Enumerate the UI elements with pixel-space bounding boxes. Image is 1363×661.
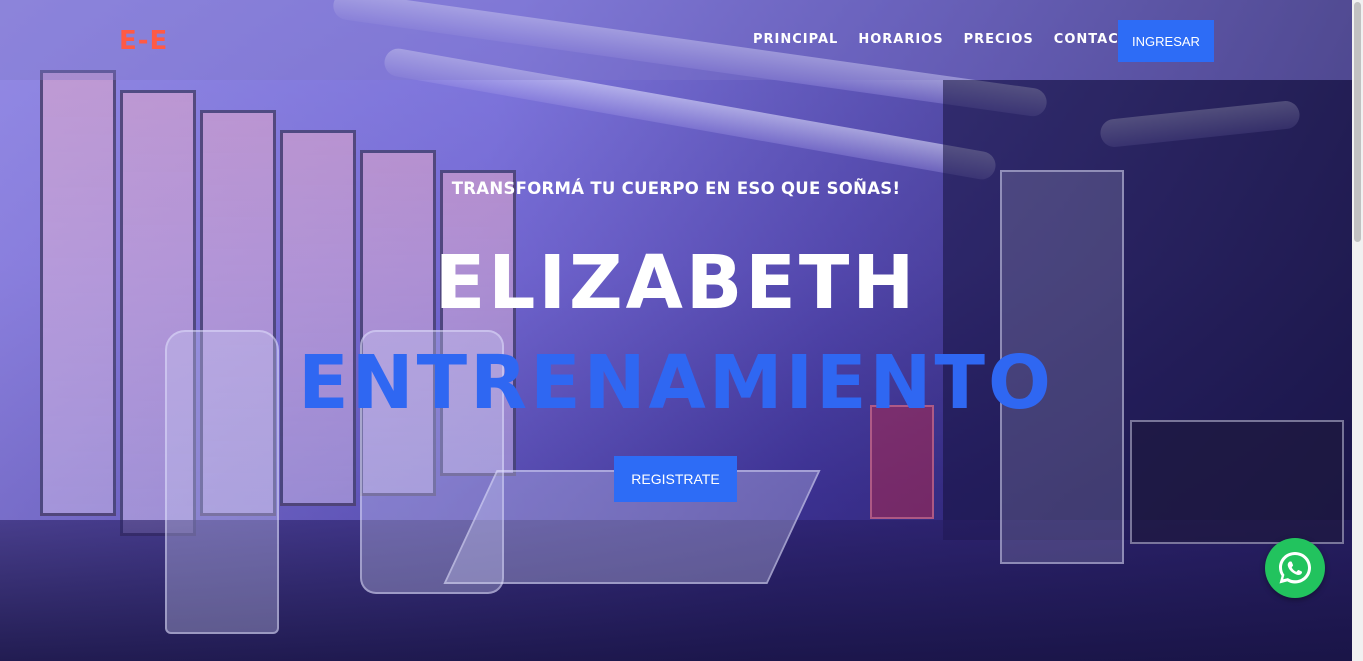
nav-link-precios[interactable]: PRECIOS [964, 31, 1034, 49]
page-scrollbar[interactable] [1352, 0, 1363, 661]
navbar: E-E PRINCIPAL HORARIOS PRECIOS CONTACTO … [0, 0, 1352, 80]
hero-title-line2: ENTRENAMIENTO [298, 340, 1054, 426]
nav-link-horarios[interactable]: HORARIOS [858, 31, 943, 49]
whatsapp-icon [1279, 552, 1311, 584]
register-button[interactable]: REGISTRATE [614, 456, 737, 502]
main-nav: PRINCIPAL HORARIOS PRECIOS CONTACTO [753, 31, 1161, 49]
hero-title-line1: ELIZABETH [434, 240, 918, 326]
whatsapp-button[interactable] [1265, 538, 1325, 598]
dumbbell-rack [1130, 420, 1344, 544]
hero-tagline: TRANSFORMÁ TU CUERPO EN ESO QUE SOÑAS! [451, 179, 901, 198]
scrollbar-thumb[interactable] [1354, 2, 1361, 242]
site-logo[interactable]: E-E [119, 26, 168, 56]
hero-background-image [0, 0, 1363, 661]
nav-link-principal[interactable]: PRINCIPAL [753, 31, 838, 49]
login-button[interactable]: INGRESAR [1118, 20, 1214, 62]
